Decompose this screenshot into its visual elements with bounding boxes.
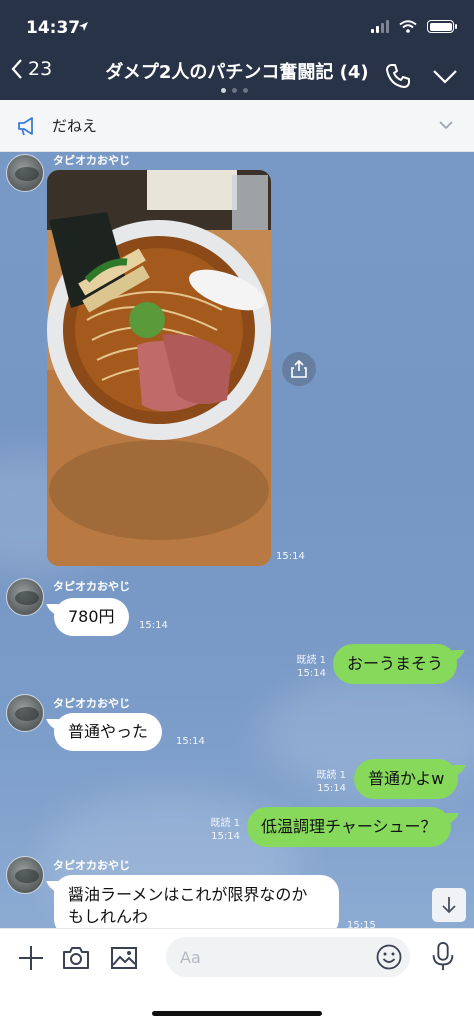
chat-header: 14:37 23 ダメプ2人のパチンコ奮闘記 (4) [0, 0, 474, 100]
ramen-image [47, 170, 271, 566]
microphone-icon[interactable] [428, 941, 458, 971]
smiley-icon[interactable] [375, 943, 403, 971]
chat-area[interactable]: タピオカおやじ 15:14 タピオカおやじ 780円 15:14 既読 1 15… [0, 152, 474, 928]
back-button[interactable]: 23 [10, 58, 52, 80]
home-indicator [152, 1011, 322, 1016]
read-label: 既読 1 [296, 655, 326, 666]
share-button[interactable] [282, 352, 316, 386]
read-label: 既読 1 [316, 770, 346, 781]
avatar[interactable] [6, 694, 44, 732]
avatar[interactable] [6, 154, 44, 192]
battery-icon [427, 20, 457, 33]
message-text-line: もしれんわ [68, 907, 149, 926]
message-bubble[interactable]: 低温調理チャーシュー？ [247, 807, 451, 847]
message-bubble[interactable]: おーうまそう [333, 644, 458, 684]
plus-icon[interactable] [16, 943, 46, 973]
message-bubble[interactable]: 普通かよw [354, 759, 459, 799]
chevron-down-icon[interactable] [438, 118, 454, 132]
status-indicators [371, 20, 457, 33]
chat-title[interactable]: ダメプ2人のパチンコ奮闘記 (4) [105, 62, 368, 83]
camera-icon[interactable] [61, 943, 91, 973]
chevron-down-icon[interactable] [430, 64, 460, 88]
message-text: おーうまそう [347, 654, 444, 673]
avatar[interactable] [6, 578, 44, 616]
sender-name: タピオカおやじ [53, 697, 130, 710]
message-time: 15:14 [276, 551, 305, 562]
message-time: 15:14 [297, 668, 326, 679]
scroll-to-bottom-button[interactable] [432, 888, 466, 922]
sender-name: タピオカおやじ [53, 580, 130, 593]
image-icon[interactable] [109, 943, 139, 973]
wifi-icon [399, 20, 417, 33]
message-time: 15:14 [211, 831, 240, 842]
message-bubble[interactable]: 780円 [54, 598, 129, 636]
arrow-down-icon [442, 897, 456, 914]
signal-icon [371, 20, 389, 33]
phone-icon[interactable] [384, 62, 412, 90]
announcement-text: だねえ [52, 117, 98, 135]
read-receipt: 既読 1 15:14 [204, 817, 240, 843]
share-icon [291, 360, 307, 378]
sender-name: タピオカおやじ [53, 154, 130, 167]
message-input[interactable] [166, 937, 410, 977]
avatar[interactable] [6, 856, 44, 894]
message-text: 780円 [68, 607, 115, 626]
read-label: 既読 1 [210, 818, 240, 829]
message-text: 普通かよw [368, 769, 445, 788]
message-input-bar [0, 928, 474, 1024]
megaphone-icon [18, 116, 33, 135]
status-time: 14:37 [26, 18, 81, 38]
message-time: 15:15 [347, 920, 376, 928]
read-receipt: 既読 1 15:14 [290, 654, 326, 680]
message-time: 15:14 [176, 736, 205, 747]
location-icon [79, 22, 88, 31]
message-time: 15:14 [317, 783, 346, 794]
unread-count: 23 [28, 58, 53, 80]
message-time: 15:14 [139, 620, 168, 631]
sender-name: タピオカおやじ [53, 859, 130, 872]
ramen-photo[interactable] [47, 170, 271, 566]
message-text-line: 醤油ラーメンはこれが限界なのか [68, 885, 308, 904]
message-text: 普通やった [68, 722, 149, 741]
message-bubble[interactable]: 醤油ラーメンはこれが限界なのか もしれんわ [54, 875, 339, 928]
message-bubble[interactable]: 普通やった [54, 713, 163, 751]
chevron-left-icon [11, 59, 22, 79]
page-dots [221, 88, 248, 93]
announcement-bar[interactable]: だねえ [0, 100, 474, 152]
message-text: 低温調理チャーシュー？ [261, 817, 437, 836]
read-receipt: 既読 1 15:14 [310, 769, 346, 795]
